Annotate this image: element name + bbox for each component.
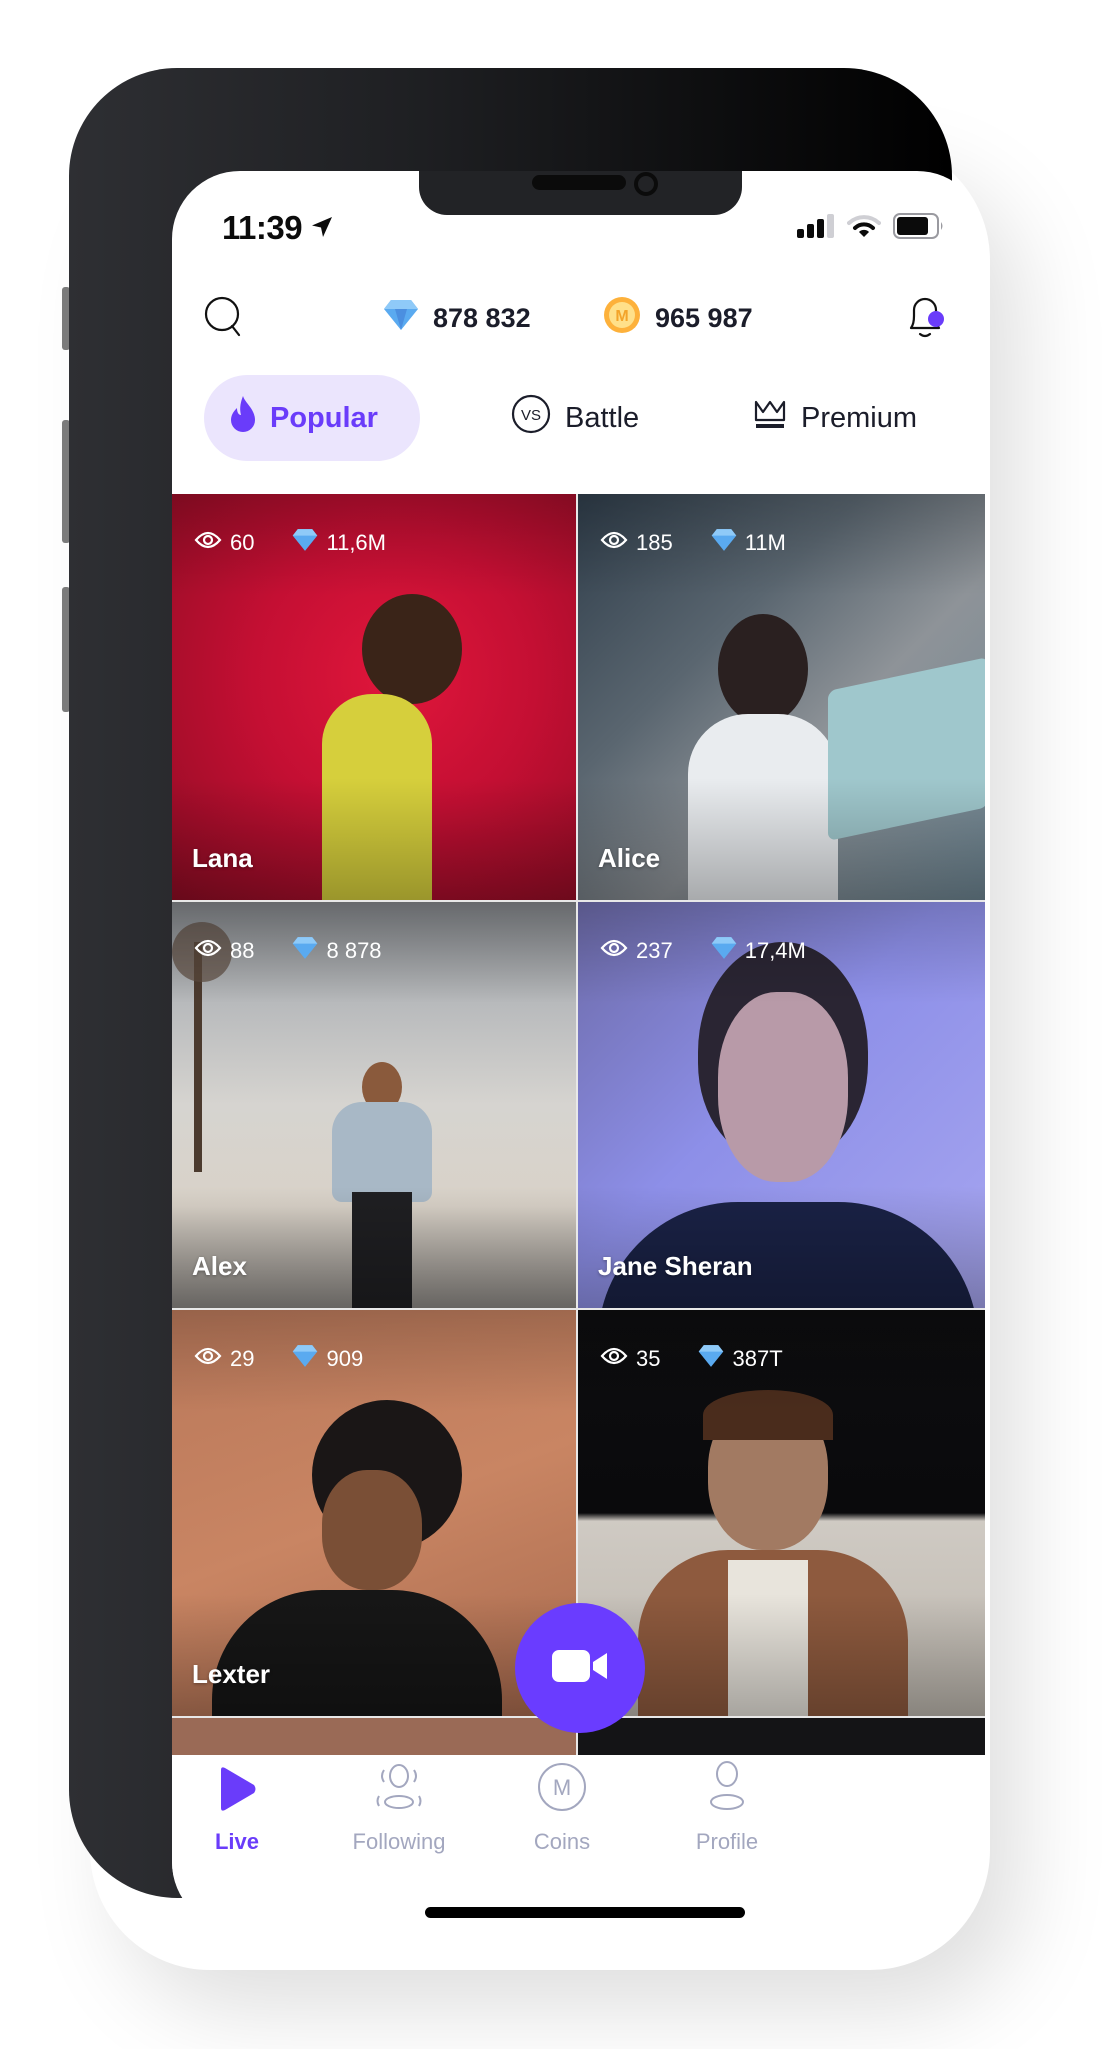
nav-profile[interactable]: Profile [647, 1761, 807, 1855]
coin-outline-icon: M [537, 1762, 587, 1817]
status-icons [797, 213, 945, 244]
notifications-button[interactable] [902, 295, 948, 343]
cellular-signal-icon [797, 214, 835, 243]
search-icon [204, 296, 244, 343]
stream-thumbnail [578, 1718, 985, 1755]
stream-stats: 29 909 [194, 1344, 363, 1374]
nav-following-label: Following [352, 1829, 446, 1854]
tab-battle[interactable]: VS Battle [511, 375, 639, 461]
streamer-name: Lana [192, 843, 253, 873]
viewer-count: 60 [230, 530, 255, 555]
stream-tile[interactable]: 88 8 878 Alex [172, 902, 576, 1308]
eye-icon [194, 530, 222, 556]
stream-stats: 88 8 878 [194, 936, 382, 966]
coin-balance[interactable]: M 965 987 [603, 293, 753, 343]
nav-live-label: Live [214, 1829, 260, 1854]
stream-thumbnail [172, 1718, 576, 1755]
viewer-count: 29 [230, 1346, 255, 1371]
svg-text:VS: VS [521, 407, 541, 424]
streamer-name: Alice [598, 843, 661, 873]
diamond-icon [292, 936, 318, 966]
diamond-icon [383, 299, 419, 338]
nav-profile-label: Profile [695, 1829, 759, 1854]
stream-stats: 237 17,4M [600, 936, 806, 966]
status-time-text: 11:39 [222, 209, 303, 246]
diamond-icon [292, 528, 318, 558]
diamond-count: 909 [326, 1346, 364, 1371]
stream-tile[interactable]: 185 11M Alice [578, 494, 985, 900]
nav-live[interactable]: Live [172, 1767, 317, 1855]
diamond-icon [292, 1344, 318, 1374]
profile-icon [707, 1760, 747, 1817]
location-arrow-icon [310, 209, 334, 247]
tab-popular[interactable]: Popular [204, 375, 420, 461]
play-icon [217, 1766, 257, 1817]
nav-coins-label: Coins [533, 1829, 591, 1854]
viewer-count: 237 [636, 938, 673, 963]
notification-badge [928, 310, 944, 327]
streamer-name: Lexter [192, 1659, 271, 1689]
video-camera-icon [552, 1648, 608, 1689]
nav-coins[interactable]: M Coins [482, 1763, 642, 1855]
home-indicator[interactable] [425, 1907, 745, 1918]
following-icon [371, 1762, 427, 1817]
stream-stats: 60 11,6M [194, 528, 386, 558]
diamond-icon [711, 528, 737, 558]
phone-frame: 11:39 878 832 M 965 987 Popular VS Battl… [69, 68, 985, 1930]
category-tabs: Popular VS Battle Premium [172, 375, 985, 461]
front-camera [634, 172, 658, 196]
coin-symbol: M [615, 308, 628, 325]
tab-premium-label: Premium [801, 401, 918, 434]
stream-stats: 185 11M [600, 528, 786, 558]
eye-icon [600, 1346, 628, 1372]
diamond-icon [711, 936, 737, 966]
streamer-name: Alex [192, 1251, 247, 1281]
bottom-navigation: Live Following M Coins Profile [172, 1755, 985, 1930]
eye-icon [600, 938, 628, 964]
tab-premium[interactable]: Premium [753, 375, 917, 461]
search-button[interactable] [202, 296, 246, 343]
wifi-icon [847, 214, 881, 243]
bell-icon [905, 294, 945, 345]
flame-icon [230, 395, 256, 441]
stream-tile-partial[interactable] [172, 1718, 576, 1755]
coin-icon: M [603, 296, 641, 341]
tab-battle-label: Battle [565, 401, 640, 434]
diamond-balance-value: 878 832 [433, 302, 531, 333]
diamond-icon [698, 1344, 724, 1374]
diamond-count: 11,6M [326, 530, 386, 555]
speaker [532, 175, 626, 190]
vs-icon: VS [511, 394, 551, 442]
viewer-count: 88 [230, 938, 255, 963]
eye-icon [194, 1346, 222, 1372]
nav-following[interactable]: Following [319, 1764, 479, 1855]
notch [419, 171, 742, 215]
battery-icon [893, 213, 945, 244]
viewer-count: 185 [636, 530, 673, 555]
streamer-name: Jane Sheran [598, 1251, 753, 1281]
stream-tile-partial[interactable] [578, 1718, 985, 1755]
streams-grid: 60 11,6M Lana 185 11M Alice 88 8 878 Ale… [172, 494, 985, 1755]
coin-balance-value: 965 987 [655, 302, 753, 333]
diamond-count: 387T [732, 1346, 783, 1371]
stream-stats: 35 387T [600, 1344, 783, 1374]
stream-tile[interactable]: 237 17,4M Jane Sheran [578, 902, 985, 1308]
diamond-count: 11M [744, 530, 786, 555]
status-time: 11:39 [222, 209, 334, 247]
diamond-count: 8 878 [326, 938, 382, 963]
eye-icon [600, 530, 628, 556]
eye-icon [194, 938, 222, 964]
coin-outline-symbol: M [553, 1775, 571, 1800]
stream-tile[interactable]: 60 11,6M Lana [172, 494, 576, 900]
diamond-balance[interactable]: 878 832 [383, 293, 531, 343]
top-header: 878 832 M 965 987 [172, 293, 985, 343]
phone-screen: 11:39 878 832 M 965 987 Popular VS Battl… [172, 171, 985, 1930]
viewer-count: 35 [636, 1346, 661, 1371]
go-live-button[interactable] [515, 1603, 645, 1733]
crown-icon [753, 398, 787, 438]
tab-popular-label: Popular [270, 401, 378, 434]
diamond-count: 17,4M [744, 938, 806, 963]
